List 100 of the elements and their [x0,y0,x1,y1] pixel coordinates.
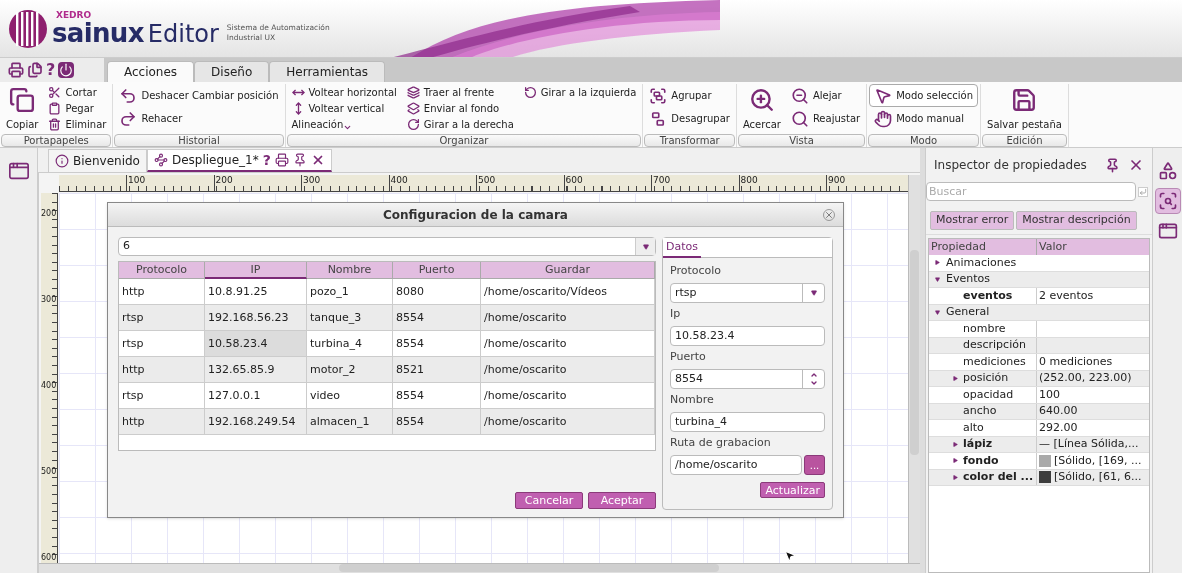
ribbon-button[interactable]: Traer al frente [402,84,518,100]
copy-icon [9,87,36,113]
help-button[interactable]: ? [262,149,271,171]
input-field[interactable]: turbina_4 [670,412,825,432]
info-icon [55,154,69,168]
product-name: sainux [52,20,144,46]
property-name: lápiz [963,436,993,453]
ribbon-button[interactable]: Deshacer Cambiar posición [115,84,283,107]
table-cell: /home/oscarito [481,383,655,408]
input-field[interactable]: /home/oscarito [670,455,802,475]
copies-icon[interactable] [27,62,43,78]
column-header[interactable]: Puerto [393,262,481,279]
horizontal-scrollbar[interactable] [39,563,920,573]
search-icon [1157,191,1178,211]
ribbon-button[interactable]: Reajustar [786,107,865,130]
column-header[interactable]: Guardar [481,262,655,279]
menu-tab[interactable]: Acciones [107,61,195,82]
caret-icon [343,123,353,132]
dialog-button[interactable]: Aceptar [588,492,656,509]
protocol-select[interactable]: rtsp [670,283,825,303]
property-value: — [Línea Sólida,... [1039,436,1139,452]
window-icon [1157,221,1178,241]
table-cell: 8521 [393,357,481,382]
caret-icon [642,243,649,250]
power-icon[interactable] [58,62,75,78]
ribbon-button[interactable]: Alejar [786,84,865,107]
collapsed-icon[interactable] [953,375,958,381]
table-cell: /home/oscarito [481,409,655,434]
ribbon-button[interactable]: Desagrupar [645,107,734,130]
ruler-label: 400 [388,175,408,192]
ruler-label: 200 [213,175,233,192]
group-icon [649,86,668,105]
ribbon-button[interactable]: Acercar [738,84,785,132]
logo-icon [8,8,48,49]
table-cell: 132.65.85.9 [205,357,307,382]
zoom-in-icon [748,87,775,113]
table-cell: motor_2 [307,357,393,382]
number-field[interactable]: 8554 [670,369,825,389]
printer-icon[interactable] [274,153,289,167]
ruler-label: 300 [301,175,321,192]
group-label: Vista [737,134,866,147]
input-field[interactable]: 10.58.23.4 [670,326,825,346]
ribbon-button[interactable]: Salvar pestaña [983,84,1066,132]
collapsed-icon[interactable] [953,458,958,464]
table-cell: 192.168.56.23 [205,305,307,330]
ribbon-button[interactable]: Girar a la derecha [402,116,518,132]
ribbon-button[interactable]: Modo selección [869,84,979,107]
printer-icon[interactable] [8,62,24,78]
group-label: Transformar [644,134,735,147]
update-button[interactable]: Actualizar [760,482,825,498]
table-cell: 8554 [393,409,481,434]
column-header: Valor [1038,239,1068,255]
ribbon-button[interactable]: Agrupar [645,84,734,107]
column-header[interactable]: IP [205,262,307,279]
property-group[interactable]: Animaciones [929,255,1149,272]
side-tool[interactable] [1154,188,1181,214]
layers-icon [406,101,420,115]
property-name: alto [963,419,984,436]
group-label: Modo [868,134,980,147]
table-cell: 10.58.23.4 [205,331,307,356]
document-tab[interactable]: Despliegue_1* ? [146,149,332,172]
redo-icon [119,109,138,128]
ribbon-button[interactable]: Enviar al fondo [402,100,518,116]
pin-icon[interactable] [1105,157,1120,173]
help-button[interactable]: ? [46,62,56,78]
ribbon-button[interactable]: Cortar [44,84,111,100]
document-tab[interactable]: Bienvenido [48,149,147,172]
vertical-scrollbar[interactable] [908,175,920,563]
brand-label: XEDRO [56,11,93,20]
field-label: Nombre [670,393,715,406]
close-icon[interactable] [1128,157,1144,173]
pin-icon[interactable] [292,153,307,167]
column-header[interactable]: Protocolo [119,262,205,279]
ribbon-button[interactable]: Eliminar [44,116,111,132]
ribbon-button[interactable]: Voltear vertical [287,100,401,116]
dialog-button[interactable]: Cancelar [515,492,583,509]
table-cell: 10.8.91.25 [205,279,307,304]
collapsed-icon[interactable] [953,474,958,480]
collapsed-icon[interactable] [953,441,958,447]
expanded-icon [935,309,940,315]
ruler-label: 800 [738,175,758,192]
ribbon-button[interactable]: Pegar [44,100,111,116]
dropdown-button[interactable]: Alineación [287,116,401,132]
ruler-label: 100 [126,175,146,192]
menu-tab[interactable]: Diseño [194,61,270,82]
ribbon-button[interactable]: Rehacer [115,107,283,130]
count-select[interactable]: 6 [118,237,656,256]
ribbon-button[interactable]: Voltear horizontal [287,84,401,100]
panel-button[interactable]: Mostrar descripción [1016,211,1137,230]
property-value: 640.00 [1039,403,1078,419]
ribbon-button[interactable]: Copiar [2,84,43,132]
menu-tab[interactable]: Herramientas [269,61,385,82]
panel-button[interactable]: Mostrar error [930,211,1015,230]
ribbon-button[interactable]: Modo manual [869,107,979,130]
ribbon-button[interactable]: Girar a la izquierda [519,84,641,100]
field-label: Ip [670,307,682,320]
layers-icon [406,85,420,99]
browse-button[interactable]: ... [804,455,825,475]
column-header[interactable]: Nombre [307,262,393,279]
property-name: descripción [963,337,1026,354]
